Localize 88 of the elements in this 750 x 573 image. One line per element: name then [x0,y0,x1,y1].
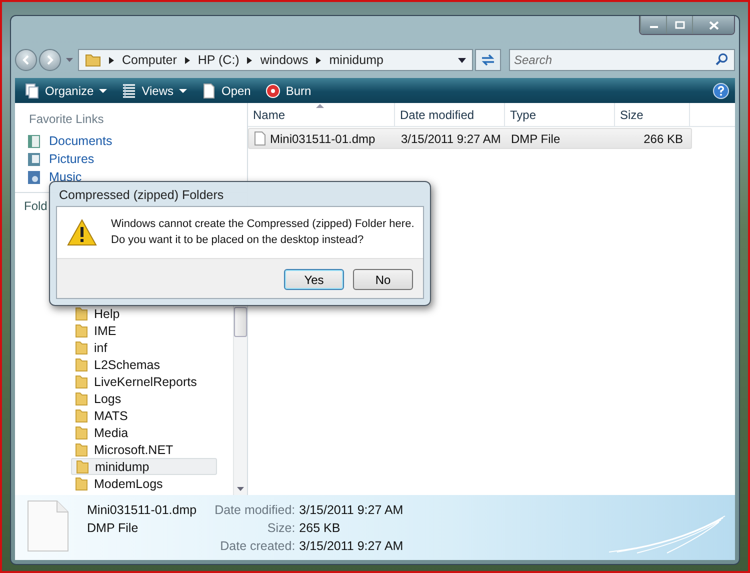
refresh-button[interactable] [475,49,501,71]
toolbar-button[interactable]: Burn [260,80,316,100]
file-row[interactable]: Mini031511-01.dmp 3/15/2011 9:27 AM DMP File 266 KB [248,128,692,149]
detail-label: Size: [266,521,296,535]
scroll-down-icon[interactable] [237,487,244,491]
section-heading: Favorite Links [28,111,105,128]
forward-button[interactable] [39,49,61,71]
folder-tree-item[interactable]: Media [71,424,217,441]
toolbar-button[interactable]: Views [116,80,192,100]
detail-label: Date created: [219,539,296,553]
detail-value: 3/15/2011 9:27 AM [299,539,404,553]
folder-icon [75,340,88,354]
favorite-link[interactable]: Documents [15,132,247,150]
file-icon [254,131,266,146]
folder-icon [75,306,88,320]
search-field[interactable]: Search [509,49,735,71]
folder-tree-item[interactable]: MATS [71,407,217,424]
scrollbar-thumb[interactable] [234,307,247,337]
breadcrumb[interactable]: HP (C:) [198,53,240,67]
file-name: Mini031511-01.dmp [87,503,197,517]
close-button[interactable] [692,16,734,34]
library-icon [27,151,42,167]
folder-icon [75,442,88,456]
column-header[interactable]: Size [615,103,690,126]
dialog-title: Compressed (zipped) Folders [58,187,225,204]
folder-tree-item[interactable]: inf [71,339,217,356]
chevron-icon[interactable] [109,56,114,64]
maximize-button[interactable] [666,16,692,34]
close-icon [708,20,718,30]
file-icon [27,500,69,552]
size-cell-text: 266 KB [642,132,684,146]
folder-tree-item[interactable]: L2Schemas [71,356,217,373]
folder-tree-item[interactable]: LiveKernelReports [71,373,217,390]
column-header[interactable]: Name [248,103,395,126]
favorite-link[interactable]: Music [15,168,247,186]
help-icon[interactable] [713,82,729,98]
file-type: DMP File [87,521,140,535]
breadcrumb[interactable]: windows [260,53,308,67]
folder-tree-item[interactable]: ModemLogs [71,475,217,492]
folder-icon [75,324,88,338]
page-icon [200,82,216,98]
folder-icon [75,392,88,406]
documents-icon [24,82,40,98]
folder-icon [76,460,89,474]
maximize-icon [674,21,684,29]
back-button[interactable] [15,49,37,71]
file-name: Mini031511-01.dmp [270,132,376,146]
folder-icon [75,374,88,388]
list-icon [120,82,137,98]
folder-tree-item[interactable]: Logs [71,390,217,407]
dialog-button[interactable]: Yes [284,269,344,290]
toolbar-button[interactable]: Organize [19,80,112,100]
favorite-link[interactable]: Pictures [15,150,247,168]
minimize-button[interactable] [640,16,666,34]
column-header[interactable]: Date modified [395,103,505,126]
chevron-icon[interactable] [247,56,252,64]
search-icon [715,53,728,66]
folders-heading[interactable]: Fold [24,199,48,213]
sort-arrow-icon [316,104,324,108]
library-icon [27,133,42,149]
folder-icon [75,408,88,422]
column-header[interactable]: Type [505,103,615,126]
warning-icon [67,218,97,246]
address-bar[interactable]: Computer HP (C:) windows minidump [78,49,473,71]
folder-icon [85,53,101,67]
folder-icon [75,476,88,490]
folder-tree-item[interactable]: Help [71,305,217,322]
date-cell-text: 3/15/2011 9:27 AM [400,132,502,146]
dialog-button[interactable]: No [353,269,413,290]
caret-icon[interactable] [458,58,466,62]
dialog-message: Windows cannot create the Compressed (zipped) Folder here. Do you want it to be placed on the desktop instead? [111,217,414,248]
toolbar-button[interactable]: Open [196,80,256,100]
folder-icon [75,426,88,440]
chevron-icon[interactable] [184,56,190,64]
disc-icon [264,82,281,98]
library-icon [27,169,42,185]
type-cell-text: DMP File [510,132,562,146]
chevron-icon[interactable] [316,56,322,64]
detail-value: 3/15/2011 9:27 AM [299,503,404,517]
breadcrumb[interactable]: Computer [122,53,177,67]
folder-tree-item[interactable]: Microsoft.NET [71,441,217,458]
breadcrumb[interactable]: minidump [329,53,384,67]
folder-tree-item[interactable]: IME [71,322,217,339]
detail-label: Date modified: [214,503,296,517]
folder-icon [75,358,88,372]
folder-tree-item[interactable]: minidump [71,458,217,475]
detail-value: 265 KB [299,521,342,535]
refresh-icon [480,53,496,67]
